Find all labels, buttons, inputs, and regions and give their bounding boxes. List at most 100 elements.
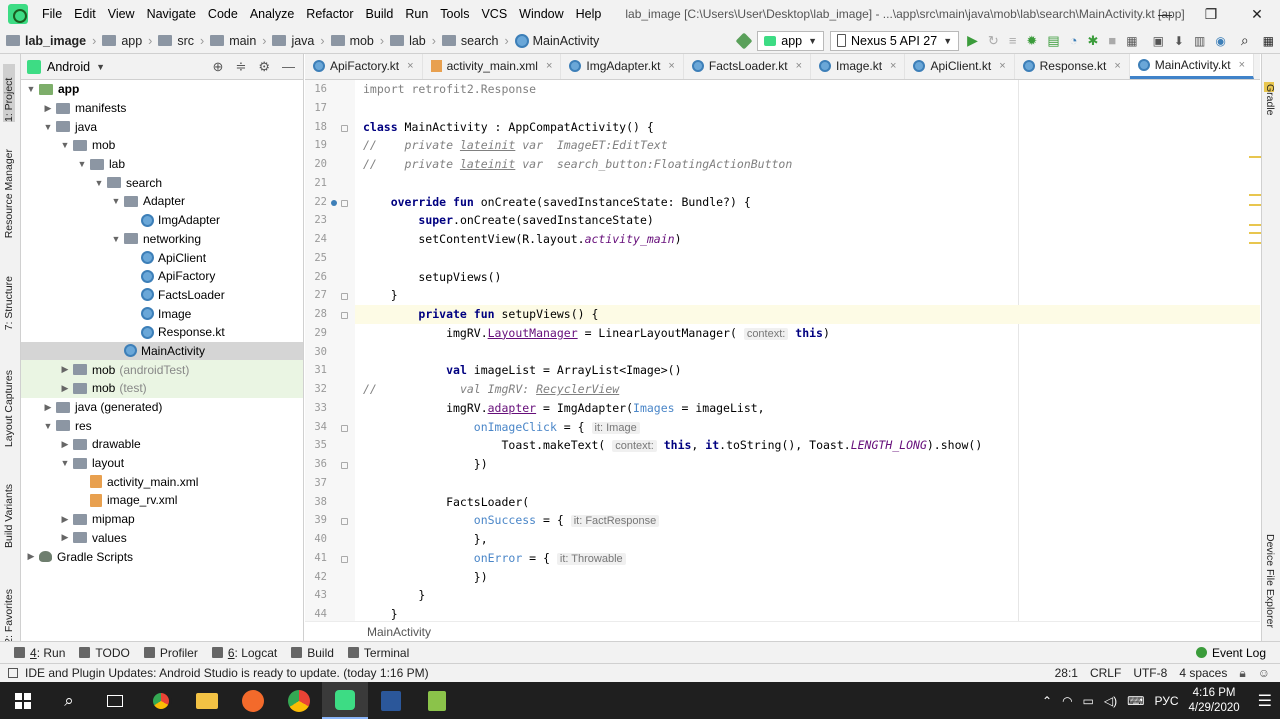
code-line[interactable]: // private lateinit var search_button:Fl…: [363, 157, 792, 171]
menu-tools[interactable]: Tools: [434, 0, 475, 28]
fold-marker-icon[interactable]: [341, 124, 348, 132]
expanded-arrow-icon[interactable]: ▼: [59, 140, 71, 150]
collapsed-arrow-icon[interactable]: ▶: [59, 364, 71, 375]
expanded-arrow-icon[interactable]: ▼: [25, 84, 37, 94]
tree-item[interactable]: ▼ layout: [21, 454, 303, 473]
menu-analyze[interactable]: Analyze: [244, 0, 300, 28]
code-line[interactable]: }: [363, 288, 398, 302]
avd-manager-icon[interactable]: ▣: [1153, 34, 1164, 48]
expanded-arrow-icon[interactable]: ▼: [76, 159, 88, 169]
chevron-down-icon[interactable]: ▼: [96, 62, 105, 72]
editor-tab[interactable]: MainActivity.kt ×: [1129, 54, 1254, 79]
code-line[interactable]: onImageClick = { it: Image: [363, 420, 640, 434]
taskbar-chrome[interactable]: [138, 682, 184, 719]
breadcrumb-item[interactable]: MainActivity: [514, 33, 599, 48]
tree-item[interactable]: ▶ manifests: [21, 99, 303, 118]
stop-icon[interactable]: ■: [1108, 33, 1116, 48]
device-select[interactable]: Nexus 5 API 27 ▼: [830, 30, 960, 51]
tab-project[interactable]: 1: Project: [3, 64, 15, 122]
code-line[interactable]: setContentView(R.layout.activity_main): [363, 232, 681, 246]
ide-assistant-icon[interactable]: ▦: [1263, 34, 1274, 48]
fold-marker-icon[interactable]: [341, 424, 348, 432]
code-line[interactable]: // val ImgRV: RecyclerView: [363, 382, 619, 396]
status-message[interactable]: IDE and Plugin Updates: Android Studio i…: [8, 666, 429, 680]
tree-item[interactable]: MainActivity: [21, 341, 303, 361]
code-line[interactable]: onError = { it: Throwable: [363, 551, 626, 565]
breadcrumb-item[interactable]: mob ›: [330, 34, 384, 48]
tab-layout-captures[interactable]: Layout Captures: [3, 370, 15, 447]
run-icon[interactable]: ▶: [967, 32, 978, 49]
project-view-select[interactable]: Android: [47, 60, 90, 74]
collapsed-arrow-icon[interactable]: ▶: [42, 402, 54, 413]
collapsed-arrow-icon[interactable]: ▶: [59, 439, 71, 450]
volume-icon[interactable]: ◁): [1104, 694, 1117, 708]
menu-vcs[interactable]: VCS: [475, 0, 513, 28]
breadcrumb-item[interactable]: lab_image ›: [6, 34, 96, 48]
collapsed-arrow-icon[interactable]: ▶: [59, 383, 71, 394]
close-tab-icon[interactable]: ×: [407, 60, 413, 72]
editor-tab[interactable]: Response.kt ×: [1015, 54, 1130, 79]
code-line[interactable]: val imageList = ArrayList<Image>(): [363, 363, 681, 377]
tree-item[interactable]: ▶ mipmap: [21, 510, 303, 529]
locate-icon[interactable]: ⊕: [213, 59, 224, 75]
tab-build-variants[interactable]: Build Variants: [3, 484, 15, 548]
menu-file[interactable]: File: [36, 0, 68, 28]
fold-marker-icon[interactable]: [341, 462, 348, 469]
tree-item[interactable]: ▼ java: [21, 117, 303, 136]
close-tab-icon[interactable]: ×: [890, 60, 896, 72]
collapse-all-icon[interactable]: ≑: [235, 59, 246, 75]
tree-item[interactable]: ▶ mob (androidTest): [21, 360, 303, 379]
tree-item[interactable]: ▶ java (generated): [21, 398, 303, 417]
tree-item[interactable]: image_rv.xml: [21, 491, 303, 510]
collapsed-arrow-icon[interactable]: ▶: [25, 551, 37, 562]
menu-navigate[interactable]: Navigate: [141, 0, 202, 28]
debug-icon[interactable]: ✹: [1026, 33, 1037, 49]
expanded-arrow-icon[interactable]: ▼: [110, 196, 122, 206]
task-view-button[interactable]: [92, 682, 138, 719]
close-tab-icon[interactable]: ×: [796, 60, 802, 72]
tool-window-run[interactable]: 4: Run: [14, 646, 65, 660]
code-line[interactable]: imgRV.adapter = ImgAdapter(Images = imag…: [363, 401, 765, 415]
clock[interactable]: 4:16 PM 4/29/2020: [1188, 686, 1239, 716]
breadcrumb-item[interactable]: lab ›: [390, 34, 436, 48]
expanded-arrow-icon[interactable]: ▼: [59, 458, 71, 468]
taskbar-word[interactable]: [368, 682, 414, 719]
wifi-icon[interactable]: ◠: [1062, 694, 1072, 708]
close-tab-icon[interactable]: ×: [668, 60, 674, 72]
tree-item[interactable]: ApiFactory: [21, 267, 303, 286]
menu-code[interactable]: Code: [202, 0, 244, 28]
close-button[interactable]: ✕: [1234, 0, 1280, 28]
hammer-icon[interactable]: [735, 32, 753, 49]
chevron-up-icon[interactable]: ⌃: [1042, 694, 1052, 708]
tree-item[interactable]: FactsLoader: [21, 286, 303, 305]
menu-run[interactable]: Run: [399, 0, 434, 28]
code-line[interactable]: FactsLoader(: [363, 495, 529, 509]
tree-item[interactable]: activity_main.xml: [21, 472, 303, 491]
tab-structure[interactable]: 7: Structure: [3, 276, 15, 330]
tab-gradle[interactable]: Gradle: [1264, 84, 1276, 116]
profile-icon[interactable]: ▤: [1047, 33, 1059, 49]
code-line[interactable]: }: [363, 588, 425, 602]
taskbar-notepad[interactable]: [414, 682, 460, 719]
notification-icon[interactable]: ☰: [1258, 691, 1272, 711]
breadcrumb-item[interactable]: src ›: [158, 34, 204, 48]
layout-inspector-icon[interactable]: ▥: [1194, 34, 1205, 48]
tab-favorites[interactable]: 2: Favorites: [3, 589, 15, 644]
lock-icon[interactable]: 🔒︎: [1239, 666, 1245, 681]
code-line[interactable]: override fun onCreate(savedInstanceState…: [363, 195, 751, 209]
taskbar-explorer[interactable]: [184, 682, 230, 719]
breadcrumb-item[interactable]: search ›: [441, 34, 509, 48]
project-structure-icon[interactable]: ◉: [1215, 34, 1225, 48]
code-line[interactable]: super.onCreate(savedInstanceState): [363, 213, 653, 227]
close-tab-icon[interactable]: ×: [546, 60, 552, 72]
tree-item[interactable]: ▶ Gradle Scripts: [21, 547, 303, 566]
code-editor[interactable]: 16 17 18 19 20 21 22 23 24 25 26 27 28 29 30 31 32 33 34 35…: [305, 80, 1260, 621]
code-line[interactable]: imgRV.LayoutManager = LinearLayoutManage…: [363, 326, 830, 340]
inspector-icon[interactable]: ☺: [1258, 666, 1270, 681]
menu-refactor[interactable]: Refactor: [300, 0, 359, 28]
code-line[interactable]: },: [363, 532, 488, 546]
event-log-button[interactable]: Event Log: [1195, 646, 1266, 660]
file-encoding[interactable]: UTF-8: [1133, 666, 1167, 681]
taskbar-app-orange[interactable]: [230, 682, 276, 719]
editor-tab[interactable]: FactsLoader.kt ×: [684, 54, 812, 79]
